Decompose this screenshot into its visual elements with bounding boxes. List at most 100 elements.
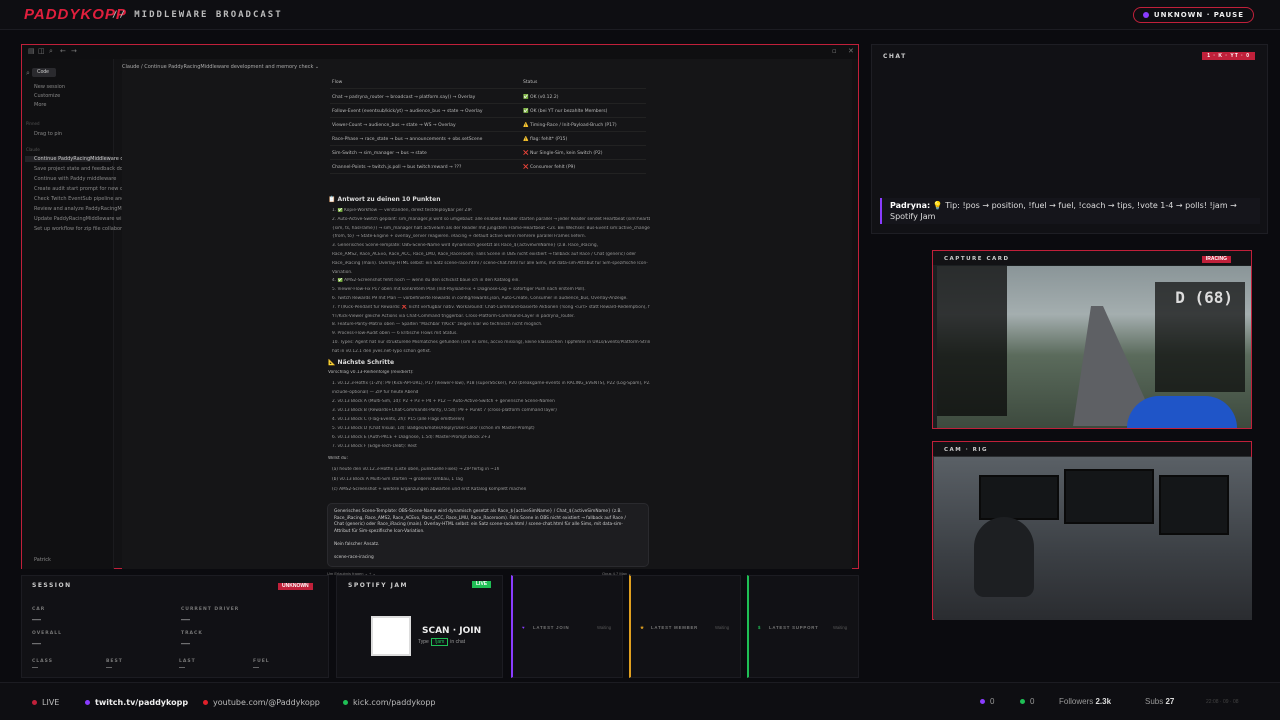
latest-join-panel: ♥ LATEST JOIN Waiting (511, 575, 623, 678)
game-view: D (68) (937, 266, 1251, 428)
option-item: (c) AMS2-Screenshot + weitere Ergänzunge… (332, 487, 527, 492)
twitch-link[interactable]: twitch.tv/paddykopp (85, 698, 188, 707)
field-label: CURRENT DRIVER (181, 607, 240, 612)
field-value: — (32, 665, 38, 671)
chat-user: Padryna: (890, 201, 931, 210)
answer-line: 1. ✅ Kopie-Workflow — verstanden, direkt… (332, 208, 473, 213)
table-row: Race-Phase → race_state → bus → announce… (330, 133, 646, 146)
back-icon[interactable]: ← (60, 47, 66, 55)
footer-bar: LIVE twitch.tv/paddykopp youtube.com/@Pa… (0, 682, 1280, 720)
youtube-link[interactable]: youtube.com/@Paddykopp (203, 698, 320, 707)
latest-value: Waiting (715, 625, 730, 630)
kick-link[interactable]: kick.com/paddykopp (343, 698, 435, 707)
sidebar-recent-item[interactable]: Create audit start prompt for new ch (34, 186, 126, 192)
live-dot-icon (32, 700, 37, 705)
status-pill: UNKNOWN · PAUSE (1132, 7, 1254, 23)
input-line: Attribut für Sim-spezifische Icon-Variat… (334, 528, 425, 534)
next-step-item: include-optional) — ZIP für heute Abend (332, 390, 419, 395)
answer-line: 6. Twitch Rewards P9 mit Plan — vorbefin… (332, 296, 628, 301)
chat-title: CHAT (883, 53, 907, 60)
restore-icon[interactable]: ▫ (832, 47, 837, 55)
sidebar-recent-item[interactable]: Set up workflow for zip file collabor (34, 226, 122, 232)
sidebar-item-new-session[interactable]: New session (34, 84, 65, 90)
answer-line: 10. Types: Agent hat nur strukturelle Mi… (332, 340, 650, 345)
question-text: Willst du: (328, 456, 348, 461)
sidebar-item-more[interactable]: More (34, 102, 46, 108)
table-row: Channel-Points → twitch.js.poll → bus tw… (330, 161, 646, 174)
close-icon[interactable]: ✕ (848, 47, 854, 55)
prompt-input[interactable]: Generisches Scene-Template: OBS-Scene-Na… (327, 503, 649, 567)
live-indicator: LIVE (32, 698, 59, 707)
answer-line: Variation. (332, 269, 353, 275)
qr-code-icon[interactable] (371, 616, 411, 656)
sidebar-recent-item[interactable]: Continue PaddyRacingMiddleware de (25, 156, 127, 162)
input-line: Nein falscher Ansatz. (334, 541, 380, 547)
flow-cell: Race-Phase → race_state → bus → announce… (332, 137, 483, 142)
kick-label: kick.com/paddykopp (353, 698, 436, 707)
option-item: (b) v0.13 Block A Multi-Sim starten → gr… (332, 477, 463, 482)
window-titlebar: ▤ ◫ ⌕ ← → ▫ ✕ (22, 45, 858, 59)
youtube-label: youtube.com/@Paddykopp (213, 698, 320, 707)
sidebar-recent-item[interactable]: Review and analyze PaddyRacingMi (34, 206, 123, 212)
cam-title: CAM · RIG (944, 447, 988, 453)
sidebar-toggle-icon[interactable]: ▤ (28, 47, 35, 55)
next-steps-intro: Vorschlag v0.13-Reihenfolge (revidiert): (328, 370, 414, 375)
sidebar-recent-item[interactable]: Save project state and feedback doc (34, 166, 126, 172)
table-header: Flow Status (330, 76, 646, 89)
answer-line: 7. YT/Kick-Pendant für Rewards: ❌ nicht … (332, 304, 650, 310)
latest-label: LATEST JOIN (533, 625, 570, 630)
field-label: CLASS (32, 659, 53, 664)
type-word: Type (418, 639, 429, 645)
brand-subtitle: // MIDDLEWARE BROADCAST (112, 10, 283, 20)
subs-stat: Subs 27 (1145, 697, 1174, 706)
monitor-center (1064, 469, 1154, 524)
answer-line: 2. Auto-Active-Switch geplant: sim_manag… (332, 216, 650, 222)
sidebar-recent-item[interactable]: Check Twitch EventSub pipeline and (34, 196, 124, 202)
sim-badge: IRACING (1201, 256, 1231, 263)
next-step-item: 3. v0.13 Block B (Rewards+Chat-Commands-… (332, 408, 557, 413)
search-icon[interactable]: ⌕ (26, 69, 30, 78)
answer-line: hat in v0.12.1 den jives.net-Typo schon … (332, 348, 432, 354)
panel-icon[interactable]: ◫ (38, 47, 45, 55)
twitch-icon (85, 700, 90, 705)
session-title: SESSION (32, 582, 72, 589)
sidebar-recent-item[interactable]: Update PaddyRacingMiddleware wi (34, 216, 122, 222)
spotify-title: SPOTIFY JAM (348, 582, 409, 589)
field-label: TRACK (181, 631, 203, 636)
streamer (974, 517, 1034, 597)
flow-cell: Chat → padryna_router → broadcast → plat… (332, 95, 476, 100)
sidebar-item-drag-to-pin[interactable]: Drag to pin (34, 131, 62, 137)
clock: 22:08 · 09 · 08 (1206, 699, 1239, 705)
forward-icon[interactable]: → (71, 47, 77, 55)
in-chat-word: in chat (450, 639, 466, 645)
breadcrumb[interactable]: Claude / Continue PaddyRacingMiddleware … (122, 64, 319, 70)
sidebar-pinned-label: Pinned (26, 121, 40, 126)
subs-label: Subs (1145, 697, 1164, 706)
next-step-item: 2. v0.13 Block A (Multi-Sim, 1d): P2 + P… (332, 399, 555, 404)
dollar-icon: $ (758, 625, 762, 630)
flow-cell: Channel-Points → twitch.js.poll → bus tw… (332, 165, 462, 170)
table-row: Viewer-Count → audience_bus → state → WS… (330, 119, 646, 132)
flow-table: Flow Status Chat → padryna_router → broa… (330, 76, 646, 182)
flow-cell: Follow-Event (eventsub/kick/yt) → audien… (332, 109, 483, 114)
heart-icon: ♥ (522, 625, 526, 630)
next-step-item: 5. v0.13 Block D (Chat Visual, 1d): Badg… (332, 426, 535, 431)
option-item: (a) heute den v0.12.3-Hotfix (Liste oben… (332, 467, 500, 472)
code-chip[interactable]: Code (32, 68, 56, 77)
latest-label: LATEST MEMBER (651, 625, 699, 630)
status-cell: ❌ Consumer fehlt (P9) (523, 165, 576, 170)
search-icon[interactable]: ⌕ (49, 47, 53, 56)
field-value: — (32, 614, 41, 624)
stat-value: 0 (990, 697, 995, 706)
table-row: Sim-Switch → sim_manager → bus → state ❌ … (330, 147, 646, 160)
webcam-view (934, 457, 1252, 620)
top-bar: PADDYKOPP // MIDDLEWARE BROADCAST UNKNOW… (0, 0, 1280, 30)
sidebar-user[interactable]: Patrick (34, 557, 51, 563)
status-pill-label: UNKNOWN · PAUSE (1153, 11, 1244, 19)
sidebar-recent-item[interactable]: Continue with Paddy middleware (34, 176, 116, 182)
spotify-panel: SPOTIFY JAM LIVE SCAN · JOIN Type !jam in … (336, 575, 503, 678)
sidebar-recents-label: Claude (26, 147, 40, 152)
field-value: — (32, 638, 41, 648)
sidebar-item-customize[interactable]: Customize (34, 93, 60, 99)
field-value: — (179, 665, 185, 671)
